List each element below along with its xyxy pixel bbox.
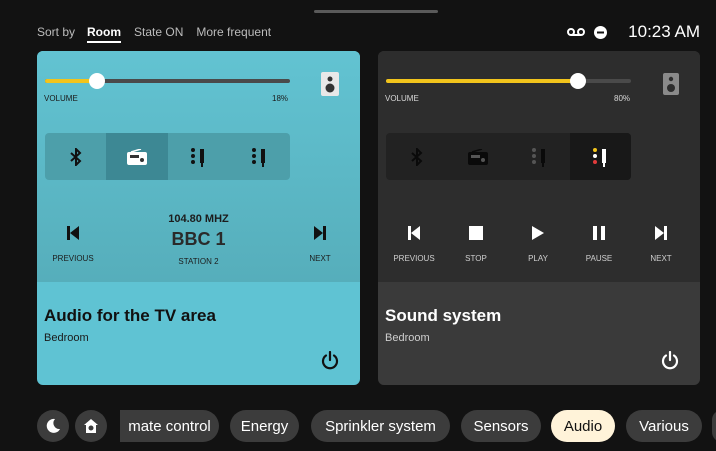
aux-input-icon: [191, 147, 205, 167]
rca-input-icon: [252, 147, 266, 167]
chip-various[interactable]: Various: [626, 410, 702, 442]
speaker-icon[interactable]: [660, 71, 682, 97]
source-bluetooth[interactable]: [45, 133, 106, 180]
sort-option-room[interactable]: Room: [87, 25, 122, 43]
power-icon: [661, 351, 679, 370]
source-selector: [45, 133, 290, 180]
source-radio[interactable]: [447, 133, 508, 180]
audio-card-controls: VOLUME 18% PREVIOUS 104.80 MHZ BBC 1 STA: [37, 51, 360, 282]
voicemail-icon: [567, 27, 586, 37]
card-room: Bedroom: [385, 332, 430, 344]
source-aux[interactable]: [168, 133, 229, 180]
stop-icon: [469, 226, 483, 240]
volume-slider[interactable]: [45, 73, 290, 89]
volume-slider-thumb[interactable]: [570, 73, 586, 89]
source-selector: [386, 133, 631, 180]
category-bar: mate control Energy Sprinkler system Sen…: [37, 408, 716, 444]
skip-next-icon: [655, 226, 667, 240]
power-icon: [321, 351, 339, 370]
chip-climate-control[interactable]: mate control: [120, 410, 219, 442]
stop-button[interactable]: STOP: [451, 226, 501, 263]
source-bluetooth[interactable]: [386, 133, 447, 180]
pause-button[interactable]: PAUSE: [574, 226, 624, 263]
power-button[interactable]: [658, 349, 682, 373]
stop-label: STOP: [465, 254, 487, 263]
previous-label: PREVIOUS: [393, 254, 435, 263]
chip-sensors[interactable]: Sensors: [461, 410, 541, 442]
audio-card-controls: VOLUME 80% PREVIOUS STOP PLAY PAUSE NEXT: [378, 51, 700, 282]
pause-icon: [593, 226, 605, 240]
home-scene-icon: [84, 419, 98, 433]
volume-slider-fill: [386, 79, 578, 83]
do-not-disturb-icon: [594, 25, 608, 39]
pause-label: PAUSE: [585, 254, 613, 263]
audio-card-sound-system[interactable]: VOLUME 80% PREVIOUS STOP PLAY PAUSE NEXT…: [378, 51, 700, 385]
next-label: NEXT: [650, 254, 672, 263]
previous-button[interactable]: PREVIOUS: [389, 226, 439, 263]
aux-input-icon: [532, 147, 546, 167]
volume-value: 80%: [614, 94, 631, 103]
power-button[interactable]: [318, 349, 342, 373]
radio-frequency: 104.80 MHZ: [168, 213, 229, 225]
sort-option-state-on[interactable]: State ON: [134, 25, 183, 39]
card-title: Audio for the TV area: [44, 306, 216, 325]
next-button[interactable]: NEXT: [295, 226, 345, 263]
source-rca[interactable]: [569, 133, 631, 180]
chip-sprinkler-system[interactable]: Sprinkler system: [311, 410, 450, 442]
audio-card-tv-area[interactable]: VOLUME 18% PREVIOUS 104.80 MHZ BBC 1 STA: [37, 51, 360, 385]
top-bar: Sort by Room State ON More frequent 10:2…: [37, 22, 700, 43]
source-aux[interactable]: [509, 133, 570, 180]
card-title: Sound system: [385, 306, 502, 325]
skip-previous-icon: [408, 226, 420, 240]
play-icon: [532, 226, 544, 240]
clock: 10:23 AM: [628, 22, 700, 41]
next-label: NEXT: [309, 254, 331, 263]
next-button[interactable]: NEXT: [636, 226, 686, 263]
radio-icon: [467, 148, 488, 165]
chip-audio[interactable]: Audio: [551, 410, 615, 442]
night-mode-button[interactable]: [37, 410, 69, 442]
play-button[interactable]: PLAY: [513, 226, 563, 263]
volume-slider-thumb[interactable]: [89, 73, 105, 89]
volume-label: VOLUME: [44, 94, 78, 103]
bluetooth-icon: [410, 147, 423, 166]
sort-option-more-frequent[interactable]: More frequent: [196, 25, 271, 39]
drag-handle[interactable]: [314, 10, 438, 13]
play-label: PLAY: [528, 254, 548, 263]
bluetooth-icon: [69, 147, 82, 166]
sort-label: Sort by: [37, 25, 76, 39]
chip-partial[interactable]: [712, 410, 716, 442]
radio-icon: [126, 148, 147, 165]
night-mode-icon: [46, 418, 60, 433]
source-rca[interactable]: [229, 133, 290, 180]
volume-slider[interactable]: [386, 73, 631, 89]
chip-energy[interactable]: Energy: [230, 410, 299, 442]
speaker-icon[interactable]: [319, 71, 341, 97]
skip-next-icon: [314, 226, 326, 240]
home-scene-button[interactable]: [75, 410, 107, 442]
source-radio[interactable]: [106, 133, 168, 180]
card-room: Bedroom: [44, 332, 89, 344]
volume-label: VOLUME: [385, 94, 419, 103]
status-area: 10:23 AM: [567, 22, 700, 42]
rca-input-icon: [593, 147, 607, 167]
volume-value: 18%: [272, 94, 289, 103]
